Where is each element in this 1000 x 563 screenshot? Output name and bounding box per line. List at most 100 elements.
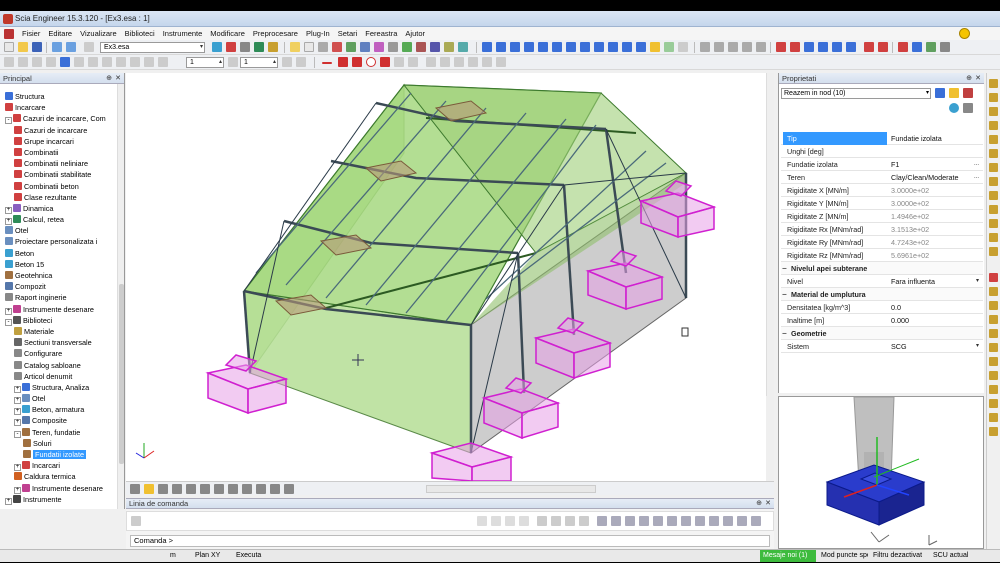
tree-item[interactable]: + Incarcari [0, 460, 118, 472]
undo-icon[interactable] [52, 42, 62, 52]
smiley-icon[interactable] [959, 28, 970, 39]
snap-11-icon[interactable] [625, 516, 635, 526]
zoom-prev-icon[interactable] [594, 42, 604, 52]
3d-viewport[interactable] [126, 73, 774, 481]
activity-icon[interactable] [714, 42, 724, 52]
expand-icon[interactable]: + [14, 408, 21, 416]
strip-tool-6-icon[interactable] [989, 149, 998, 158]
mirror-icon[interactable] [388, 42, 398, 52]
supports-icon[interactable] [776, 42, 786, 52]
snap-3-icon[interactable] [505, 516, 515, 526]
snap-12-icon[interactable] [639, 516, 649, 526]
expand-icon[interactable]: + [14, 464, 21, 472]
view-icon[interactable] [212, 42, 222, 52]
selection-dropdown[interactable]: Reazem in nod (10) ▾ [781, 88, 931, 99]
property-row[interactable]: Fundatie izolata F1... [781, 158, 983, 171]
close-icon[interactable]: ✕ [765, 499, 771, 509]
circle-icon[interactable] [366, 57, 376, 67]
view-z-icon[interactable] [566, 42, 576, 52]
strip-tool-8-icon[interactable] [989, 177, 998, 186]
snap-4-icon[interactable] [519, 516, 529, 526]
members-icon[interactable] [818, 42, 828, 52]
redo-icon[interactable] [66, 42, 76, 52]
array-icon[interactable] [402, 42, 412, 52]
tool-d-icon[interactable] [46, 57, 56, 67]
view-y-icon[interactable] [552, 42, 562, 52]
strip-tool-14-icon[interactable] [989, 273, 998, 282]
tree-item[interactable]: Clase rezultante [0, 192, 118, 203]
move-icon[interactable] [360, 42, 370, 52]
snap-16-icon[interactable] [695, 516, 705, 526]
polyline-icon[interactable] [338, 57, 348, 67]
table-icon[interactable] [304, 42, 314, 52]
project-combo[interactable]: Ex3.esa ▾ [100, 42, 205, 53]
tool-m-icon[interactable] [228, 57, 238, 67]
tree-item[interactable]: - Teren, fundatie [0, 427, 118, 438]
strip-tool-10-icon[interactable] [989, 205, 998, 214]
property-value[interactable]: Clay/Clean/Moderate [891, 171, 979, 184]
tree-item[interactable]: Geotehnica [0, 270, 118, 281]
zoom-window-icon[interactable] [580, 42, 590, 52]
tool-h-icon[interactable] [102, 57, 112, 67]
pin-icon[interactable]: ⊕ [756, 499, 762, 509]
tree-item[interactable]: - Cazuri de incarcare, Com [0, 113, 118, 125]
tree-item[interactable]: Combinatii beton [0, 181, 118, 192]
wire-icon[interactable] [678, 42, 688, 52]
property-value[interactable]: 3.0000e+02 [891, 184, 979, 197]
save-icon[interactable] [32, 42, 42, 52]
snap-14-icon[interactable] [667, 516, 677, 526]
join-icon[interactable] [458, 42, 468, 52]
snap-20-icon[interactable] [751, 516, 761, 526]
tree-item[interactable]: Raport inginerie [0, 292, 118, 303]
tree-item[interactable]: Cazuri de incarcare [0, 125, 118, 136]
vp-tool-10-icon[interactable] [256, 484, 266, 494]
extend-icon[interactable] [430, 42, 440, 52]
property-section[interactable]: − Material de umplutura [781, 288, 983, 301]
hatch-icon[interactable] [426, 57, 436, 67]
axo-icon[interactable] [608, 42, 618, 52]
menu-biblioteci[interactable]: Biblioteci [121, 29, 159, 38]
tree-item[interactable]: Catalog sabloane [0, 360, 118, 371]
vp-tool-5-icon[interactable] [186, 484, 196, 494]
tree-item[interactable]: + Calcul, retea [0, 214, 118, 226]
vp-tool-1-icon[interactable] [130, 484, 140, 494]
tool-n-icon[interactable] [282, 57, 292, 67]
tree-item[interactable]: Compozit [0, 281, 118, 292]
tool-b-icon[interactable] [18, 57, 28, 67]
text-icon[interactable] [394, 57, 404, 67]
zoom-in-icon[interactable] [496, 42, 506, 52]
dropdown-icon[interactable]: ... [974, 158, 979, 171]
property-value[interactable]: 4.7243e+02 [891, 236, 979, 249]
tree-item[interactable]: Materiale [0, 326, 118, 337]
expand-icon[interactable]: + [5, 307, 12, 315]
pan-icon[interactable] [524, 42, 534, 52]
nodes-icon[interactable] [804, 42, 814, 52]
vp-tool-9-icon[interactable] [242, 484, 252, 494]
new-file-icon[interactable] [4, 42, 14, 52]
document-view-icon[interactable] [912, 42, 922, 52]
strip-tool-25-icon[interactable] [989, 427, 998, 436]
delete-icon[interactable] [332, 42, 342, 52]
property-row[interactable]: Nivel Fara influenta ▾ [781, 275, 983, 288]
tree-item[interactable]: Articol denumit [0, 371, 118, 382]
render-icon[interactable] [664, 42, 674, 52]
expand-icon[interactable]: + [5, 206, 12, 214]
strip-tool-24-icon[interactable] [989, 413, 998, 422]
strip-tool-22-icon[interactable] [989, 385, 998, 394]
tree-item[interactable]: Fundatii izolate [0, 449, 118, 460]
tree-item[interactable]: Structura [0, 91, 118, 102]
tree-item[interactable]: - Biblioteci [0, 315, 118, 326]
menu-plugin[interactable]: Plug-In [302, 29, 334, 38]
tree-item[interactable]: Caldura termica [0, 471, 118, 482]
expand-icon[interactable]: + [14, 385, 21, 393]
strip-tool-13-icon[interactable] [989, 247, 998, 256]
property-value[interactable]: 3.0000e+02 [891, 197, 979, 210]
strip-tool-17-icon[interactable] [989, 315, 998, 324]
snap-18-icon[interactable] [723, 516, 733, 526]
strip-tool-12-icon[interactable] [989, 233, 998, 242]
tool-g-icon[interactable] [88, 57, 98, 67]
snap-2-icon[interactable] [491, 516, 501, 526]
copy-icon[interactable] [346, 42, 356, 52]
snap-19-icon[interactable] [737, 516, 747, 526]
tool-l-icon[interactable] [158, 57, 168, 67]
